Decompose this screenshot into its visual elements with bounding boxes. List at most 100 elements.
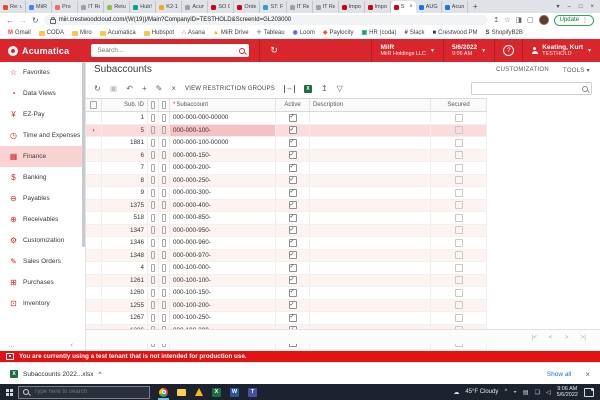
sidebar-more-button[interactable]: …	[8, 342, 15, 349]
company-selector[interactable]: MiiR MiiR Holdings LLC ▼	[371, 39, 443, 62]
notification-center-icon[interactable]	[584, 388, 594, 397]
sidebar-item-finance[interactable]: ▦Finance	[0, 146, 85, 167]
fit-width-icon[interactable]: ↔	[284, 85, 295, 93]
browser-tab[interactable]: IT Re	[78, 1, 104, 13]
browser-profile-avatar[interactable]	[539, 15, 549, 25]
first-page-button[interactable]: |<	[531, 334, 536, 341]
sidebar-item-sales-orders[interactable]: ✎Sales Orders	[0, 251, 85, 272]
start-button[interactable]	[0, 384, 18, 400]
cell-secured[interactable]	[431, 300, 487, 312]
column-header-files-icon[interactable]	[148, 99, 159, 111]
cell-notes[interactable]	[159, 262, 170, 274]
bookmark-item[interactable]: ■Crestwood PM	[433, 30, 478, 36]
bookmark-item[interactable]: #Slack	[405, 30, 425, 36]
cell-subaccount[interactable]: 000-100-250-	[170, 312, 276, 324]
active-checkbox[interactable]	[289, 176, 297, 184]
cell-subaccount[interactable]: 000-000-000-00000	[170, 112, 276, 124]
browser-tab[interactable]: IT Re	[313, 1, 339, 13]
table-row[interactable]: 1260000-100-150-	[86, 287, 487, 300]
table-row[interactable]: ›5000-000-100-	[86, 125, 487, 138]
weather-text[interactable]: 45°F Cloudy	[465, 389, 498, 395]
table-row[interactable]: 1347000-000-950-	[86, 225, 487, 238]
cell-subaccount[interactable]: 000-000-850-	[170, 212, 276, 224]
table-row[interactable]: 9000-000-300-	[86, 187, 487, 200]
cell-secured[interactable]	[431, 137, 487, 149]
taskbar-clock[interactable]: 9:06 AM 5/6/2022	[557, 386, 578, 399]
taskbar-word-icon[interactable]: W	[229, 384, 240, 400]
cell-active[interactable]	[276, 275, 310, 287]
cell-description[interactable]	[310, 200, 431, 212]
browser-tab[interactable]: IT Re	[287, 1, 313, 13]
sidebar-item-purchases[interactable]: ⊞Purchases	[0, 272, 85, 293]
active-checkbox[interactable]	[289, 126, 297, 134]
column-header-subaccount[interactable]: *Subaccount	[170, 99, 276, 111]
back-icon[interactable]: ←	[6, 16, 14, 25]
cell-description[interactable]	[310, 312, 431, 324]
cell-files[interactable]	[148, 150, 159, 162]
cell-active[interactable]	[276, 125, 310, 137]
cell-files[interactable]	[148, 212, 159, 224]
cell-active[interactable]	[276, 250, 310, 262]
bookmark-item[interactable]: Hubspot	[144, 30, 174, 36]
cell-subaccount[interactable]: 000-000-250-	[170, 175, 276, 187]
cell-notes[interactable]	[159, 137, 170, 149]
cell-active[interactable]	[276, 237, 310, 249]
cell-notes[interactable]	[159, 237, 170, 249]
delete-row-button[interactable]: ×	[171, 84, 176, 94]
cell-description[interactable]	[310, 300, 431, 312]
cell-subaccount[interactable]: 000-100-200-	[170, 300, 276, 312]
reload-icon[interactable]: ↻	[32, 16, 39, 25]
active-checkbox[interactable]	[289, 239, 297, 247]
filter-icon[interactable]: ▽	[337, 84, 343, 94]
cell-active[interactable]	[276, 225, 310, 237]
cell-notes[interactable]	[159, 187, 170, 199]
cell-subaccount[interactable]: 000-000-150-	[170, 150, 276, 162]
table-row[interactable]: 7000-000-200-	[86, 162, 487, 175]
refresh-session-button[interactable]: ↻	[259, 39, 288, 62]
browser-tab[interactable]: Retu	[104, 1, 130, 13]
bookmark-item[interactable]: ✛Tableau	[257, 30, 285, 36]
save-button[interactable]: ▣	[110, 84, 118, 94]
sidebar-item-data-views[interactable]: ◔Data Views	[0, 83, 85, 104]
cell-secured[interactable]	[431, 275, 487, 287]
cell-description[interactable]	[310, 175, 431, 187]
cell-notes[interactable]	[159, 150, 170, 162]
battery-icon[interactable]: ▤	[523, 389, 529, 396]
kebab-menu-icon[interactable]: ⋮	[582, 17, 588, 24]
cell-secured[interactable]	[431, 150, 487, 162]
bookmark-star-icon[interactable]: ☆	[504, 16, 510, 24]
cell-files[interactable]	[148, 287, 159, 299]
cell-files[interactable]	[148, 262, 159, 274]
cell-secured[interactable]	[431, 212, 487, 224]
cell-description[interactable]	[310, 150, 431, 162]
table-row[interactable]: 1881000-000-100-00000	[86, 137, 487, 150]
column-header-sub-id[interactable]: Sub. ID	[102, 99, 148, 111]
cell-active[interactable]	[276, 300, 310, 312]
cell-description[interactable]	[310, 125, 431, 137]
table-row[interactable]: 518000-000-850-	[86, 212, 487, 225]
cell-notes[interactable]	[159, 225, 170, 237]
cell-subaccount[interactable]: 000-000-960-	[170, 237, 276, 249]
active-checkbox[interactable]	[289, 226, 297, 234]
refresh-button[interactable]: ↻	[94, 84, 101, 94]
help-button[interactable]: ?	[494, 39, 522, 62]
edit-button[interactable]: ✎	[156, 84, 163, 94]
cell-subaccount[interactable]: 000-000-950-	[170, 225, 276, 237]
global-search[interactable]	[91, 44, 249, 57]
secured-checkbox[interactable]	[455, 139, 463, 147]
browser-tab[interactable]: MiiR	[26, 1, 52, 13]
cell-active[interactable]	[276, 287, 310, 299]
sidebar-item-inventory[interactable]: ⊡Inventory	[0, 293, 85, 314]
cell-secured[interactable]	[431, 187, 487, 199]
column-header-description[interactable]: Description	[310, 99, 431, 111]
show-all-downloads-link[interactable]: Show all	[547, 371, 572, 378]
secured-checkbox[interactable]	[455, 201, 463, 209]
cell-active[interactable]	[276, 150, 310, 162]
browser-tab[interactable]: K2-1	[156, 1, 182, 13]
sidebar-item-banking[interactable]: $Banking	[0, 167, 85, 188]
tab-menu-icon[interactable]: ▾	[557, 3, 560, 10]
next-page-button[interactable]: >	[565, 334, 569, 341]
cell-notes[interactable]	[159, 200, 170, 212]
bookmark-item[interactable]: ▲MiiR Drive	[213, 30, 249, 36]
cell-subaccount[interactable]: 000-000-400-	[170, 200, 276, 212]
